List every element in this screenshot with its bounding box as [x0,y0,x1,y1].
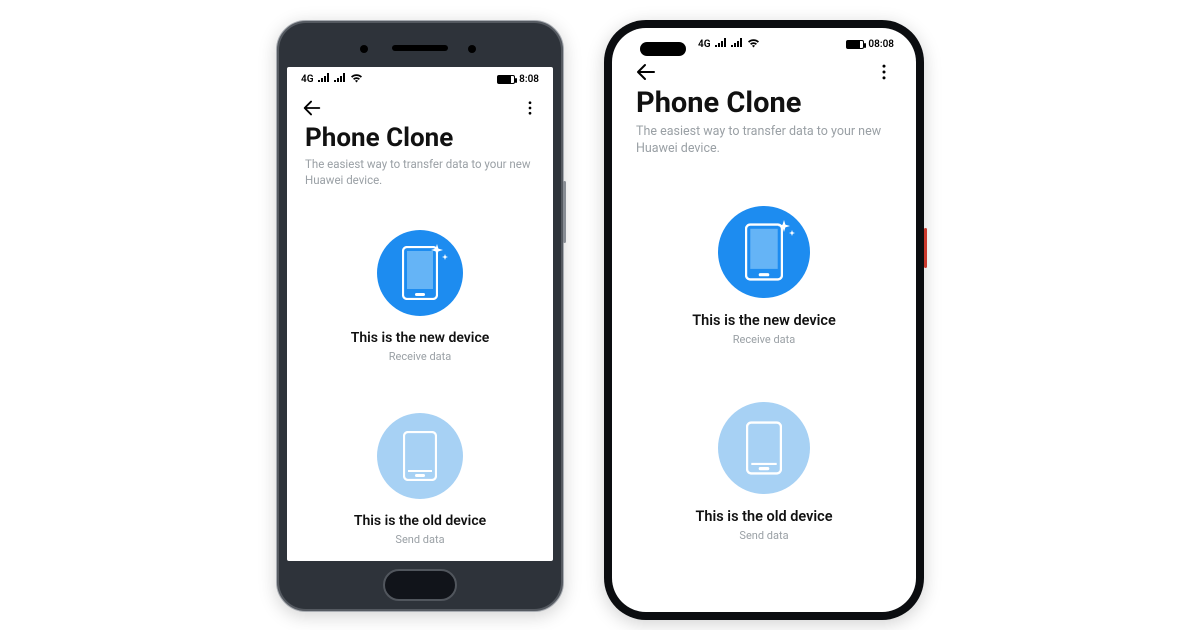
page-header: Phone Clone The easiest way to transfer … [287,121,553,198]
sparkle-icon [431,244,449,266]
phone-frame-old-device: 4G 8:08 [276,20,564,612]
page-header: Phone Clone The easiest way to transfer … [612,86,916,168]
new-device-option[interactable]: This is the new device Receive data [692,206,836,346]
status-right: 08:08 [846,39,894,50]
speaker-grille [392,45,448,51]
page-subtitle: The easiest way to transfer data to your… [636,124,892,158]
page-title: Phone Clone [305,123,535,153]
signal-icon [334,73,346,85]
battery-icon [846,40,864,49]
status-bar: 4G 8:08 [287,67,553,91]
old-device-icon [718,402,810,494]
clock-text: 08:08 [868,39,894,50]
signal-icon [715,38,727,50]
clock-text: 8:08 [519,74,539,85]
old-device-subtitle: Send data [395,533,444,546]
options-container: This is the new device Receive data This… [287,198,553,561]
network-label: 4G [698,39,711,50]
new-device-option[interactable]: This is the new device Receive data [351,230,490,363]
app-bar [612,56,916,86]
new-device-icon [718,206,810,298]
more-vertical-icon[interactable] [874,62,894,82]
back-icon[interactable] [634,60,658,84]
signal-icon [318,73,330,85]
status-right: 8:08 [497,74,539,85]
new-device-icon [377,230,463,316]
new-device-title: This is the new device [692,312,836,329]
sensor-dot [360,45,368,53]
screen: 4G 08:08 [612,28,916,612]
old-device-option[interactable]: This is the old device Send data [695,402,832,542]
page-subtitle: The easiest way to transfer data to your… [305,157,535,188]
more-vertical-icon[interactable] [521,99,539,117]
new-device-title: This is the new device [351,330,490,346]
back-icon[interactable] [301,97,323,119]
old-device-icon [377,413,463,499]
pill-camera-cutout [640,42,686,56]
status-left: 4G [698,38,760,51]
network-label: 4G [301,74,314,85]
page-title: Phone Clone [636,86,892,120]
signal-icon [731,38,743,50]
screen: 4G 8:08 [287,67,553,561]
app-bar [287,91,553,121]
power-button [924,228,927,268]
options-container: This is the new device Receive data This… [612,168,916,612]
sparkle-icon [778,220,796,242]
new-device-subtitle: Receive data [389,350,451,363]
battery-icon [497,75,515,84]
wifi-icon [747,38,760,51]
new-device-subtitle: Receive data [733,333,795,346]
status-left: 4G [301,73,363,86]
old-device-title: This is the old device [695,508,832,525]
old-device-title: This is the old device [354,513,486,529]
home-button[interactable] [383,569,457,601]
power-button [563,181,566,243]
phone-frame-new-device: 4G 08:08 [604,20,924,620]
wifi-icon [350,73,363,86]
camera-dot [468,45,476,53]
old-device-option[interactable]: This is the old device Send data [354,413,486,546]
old-device-subtitle: Send data [739,529,788,542]
